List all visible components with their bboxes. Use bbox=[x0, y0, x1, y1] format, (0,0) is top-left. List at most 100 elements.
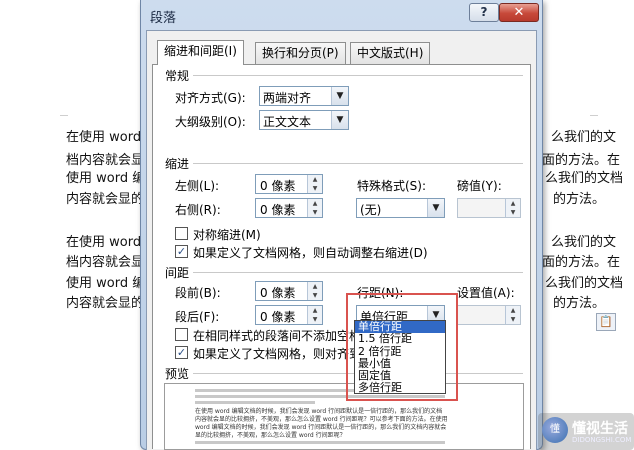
spin-down-icon[interactable]: ▼ bbox=[506, 315, 520, 324]
spin-up-icon[interactable]: ▲ bbox=[308, 282, 322, 291]
preview-text-line: 内容就会显的比较拥挤，不美观，那么怎么设置 word 行间距呢？可以参考下面的方… bbox=[195, 416, 448, 423]
doc-text-line: 使用 word 编 bbox=[66, 171, 146, 186]
special-indent-value: (无) bbox=[360, 203, 382, 217]
indent-right-label: 右侧(R): bbox=[175, 203, 221, 217]
margin-mark bbox=[590, 115, 598, 116]
mirror-indents-box[interactable] bbox=[175, 227, 188, 240]
spin-down-icon[interactable]: ▼ bbox=[308, 184, 322, 193]
section-spacing-heading: 间距 bbox=[165, 266, 190, 280]
mirror-indents-checkbox[interactable]: 对称缩进(M) bbox=[175, 226, 375, 242]
mirror-indents-label: 对称缩进(M) bbox=[193, 228, 261, 242]
preview-prev-paragraph bbox=[195, 395, 445, 398]
close-button[interactable]: ✕ bbox=[499, 3, 539, 22]
indent-by-label: 磅值(Y): bbox=[457, 179, 502, 193]
space-after-value: 0 像素 bbox=[260, 310, 296, 324]
doc-text-line: 面的方法。在 bbox=[542, 255, 621, 270]
chevron-down-icon[interactable]: ▼ bbox=[331, 111, 348, 129]
watermark: 懂 懂视生活 DIDONGSHI.COM bbox=[538, 413, 634, 450]
divider bbox=[193, 163, 523, 164]
preview-next-paragraph bbox=[195, 441, 445, 444]
no-space-same-style-checkbox[interactable]: 在相同样式的段落间不添加空格 bbox=[175, 327, 361, 343]
alignment-value: 两端对齐 bbox=[263, 91, 312, 105]
watermark-name: 懂视生活 bbox=[572, 421, 628, 437]
spacing-at-label: 设置值(A): bbox=[457, 286, 515, 300]
tab-indents-spacing[interactable]: 缩进和间距(I) bbox=[157, 40, 244, 65]
auto-right-indent-checkbox[interactable]: ✓ 如果定义了文档网格，则自动调整右缩进(D) bbox=[175, 244, 465, 260]
watermark-sub: DIDONGSHI.COM bbox=[572, 436, 632, 444]
line-spacing-option-1-5[interactable]: 1.5 倍行距 bbox=[355, 332, 445, 345]
section-preview-heading: 预览 bbox=[165, 367, 190, 381]
doc-text-line: 的方法。 bbox=[553, 296, 606, 311]
spin-up-icon[interactable]: ▲ bbox=[506, 306, 520, 315]
margin-mark bbox=[60, 115, 68, 116]
snap-to-grid-checkbox[interactable]: ✓ 如果定义了文档网格，则对齐到 bbox=[175, 345, 361, 361]
special-indent-label: 特殊格式(S): bbox=[357, 179, 427, 193]
preview-pane: 在使用 word 编辑文档的时候，我们会发现 word 行间距默认是一倍行距的，… bbox=[164, 383, 524, 450]
doc-text-line: 使用 word 编 bbox=[66, 276, 146, 291]
alignment-label: 对齐方式(G): bbox=[175, 91, 246, 105]
outline-level-select[interactable]: 正文文本 ▼ bbox=[259, 110, 349, 130]
spin-down-icon[interactable]: ▼ bbox=[308, 208, 322, 217]
chevron-down-icon[interactable]: ▼ bbox=[427, 199, 444, 217]
alignment-select[interactable]: 两端对齐 ▼ bbox=[259, 86, 349, 106]
snap-to-grid-label: 如果定义了文档网格，则对齐到 bbox=[193, 347, 362, 361]
doc-text-line: 么我们的文档 bbox=[545, 171, 624, 186]
indent-by-spinner[interactable]: ▲ ▼ bbox=[457, 198, 521, 218]
indent-left-spinner[interactable]: 0 像素 ▲ ▼ bbox=[255, 174, 323, 194]
doc-text-line: 内容就会显的 bbox=[66, 192, 145, 207]
doc-text-line: 档内容就会显 bbox=[66, 255, 145, 270]
space-before-spinner[interactable]: 0 像素 ▲ ▼ bbox=[255, 281, 323, 301]
doc-text-line: 么我们的文 bbox=[551, 130, 617, 145]
doc-text-line: 面的方法。在 bbox=[542, 153, 621, 168]
doc-text-line: 内容就会显的 bbox=[66, 296, 145, 311]
spin-up-icon[interactable]: ▲ bbox=[308, 199, 322, 208]
auto-right-indent-label: 如果定义了文档网格，则自动调整右缩进(D) bbox=[193, 246, 428, 260]
doc-text-line: 么我们的文档 bbox=[545, 276, 624, 291]
spin-down-icon[interactable]: ▼ bbox=[506, 208, 520, 217]
chevron-down-icon[interactable]: ▼ bbox=[331, 87, 348, 105]
spin-up-icon[interactable]: ▲ bbox=[308, 306, 322, 315]
space-after-label: 段后(F): bbox=[175, 310, 220, 324]
indent-right-value: 0 像素 bbox=[260, 203, 296, 217]
dialog-title: 段落 bbox=[150, 11, 177, 26]
spacing-at-spinner[interactable]: ▲ ▼ bbox=[457, 305, 521, 325]
doc-text-line: 档内容就会显 bbox=[66, 153, 145, 168]
tab-asian-typography[interactable]: 中文版式(H) bbox=[350, 42, 431, 64]
preview-text-line: 显的比较拥挤，不美观，那么怎么设置 word 行间距呢？ bbox=[195, 432, 346, 439]
doc-text-line: 的方法。 bbox=[553, 192, 606, 207]
check-icon[interactable]: ✓ bbox=[175, 346, 188, 359]
tab-panel-indents-spacing: 常规 对齐方式(G): 两端对齐 ▼ 大纲级别(O): 正文文本 ▼ 缩进 左侧… bbox=[152, 64, 531, 450]
dialog-body: 缩进和间距(I) 换行和分页(P) 中文版式(H) 常规 对齐方式(G): 两端… bbox=[146, 30, 537, 450]
tab-line-page-breaks[interactable]: 换行和分页(P) bbox=[255, 42, 346, 64]
spin-down-icon[interactable]: ▼ bbox=[308, 291, 322, 300]
spin-up-icon[interactable]: ▲ bbox=[308, 175, 322, 184]
indent-left-label: 左侧(L): bbox=[175, 179, 220, 193]
divider bbox=[193, 272, 523, 273]
doc-text-line: 在使用 word bbox=[66, 130, 142, 145]
indent-left-value: 0 像素 bbox=[260, 179, 296, 193]
watermark-logo-icon: 懂 bbox=[542, 417, 568, 443]
dialog-titlebar[interactable]: 段落 ? ✕ bbox=[141, 0, 542, 30]
spin-up-icon[interactable]: ▲ bbox=[506, 199, 520, 208]
line-spacing-option-multiple[interactable]: 多倍行距 bbox=[355, 382, 445, 395]
section-indent-heading: 缩进 bbox=[165, 157, 190, 171]
indent-right-spinner[interactable]: 0 像素 ▲ ▼ bbox=[255, 198, 323, 218]
line-spacing-label: 行距(N): bbox=[357, 286, 404, 300]
outline-level-value: 正文文本 bbox=[263, 115, 312, 129]
check-icon[interactable]: ✓ bbox=[175, 245, 188, 258]
line-spacing-dropdown-list: 单倍行距 1.5 倍行距 2 倍行距 最小值 固定值 多倍行距 bbox=[354, 320, 446, 394]
preview-text-line: 在使用 word 编辑文档的时候，我们会发现 word 行间距默认是一倍行距的，… bbox=[195, 408, 443, 415]
space-before-value: 0 像素 bbox=[260, 286, 296, 300]
preview-prev-paragraph bbox=[195, 401, 315, 404]
doc-text-line: 在使用 word bbox=[66, 235, 142, 250]
no-space-same-style-box[interactable] bbox=[175, 328, 188, 341]
help-button[interactable]: ? bbox=[469, 3, 499, 22]
divider bbox=[193, 75, 523, 76]
spin-down-icon[interactable]: ▼ bbox=[308, 315, 322, 324]
preview-text-line: word 编辑文档的时候，我们会发现 word 行间距默认是一倍行距的，那么我们… bbox=[195, 424, 447, 431]
special-indent-select[interactable]: (无) ▼ bbox=[356, 198, 445, 218]
space-after-spinner[interactable]: 0 像素 ▲ ▼ bbox=[255, 305, 323, 325]
paste-options-icon[interactable]: 📋 bbox=[596, 313, 616, 331]
paragraph-dialog: 段落 ? ✕ 缩进和间距(I) 换行和分页(P) 中文版式(H) 常规 对齐方式… bbox=[140, 0, 543, 450]
space-before-label: 段前(B): bbox=[175, 286, 221, 300]
